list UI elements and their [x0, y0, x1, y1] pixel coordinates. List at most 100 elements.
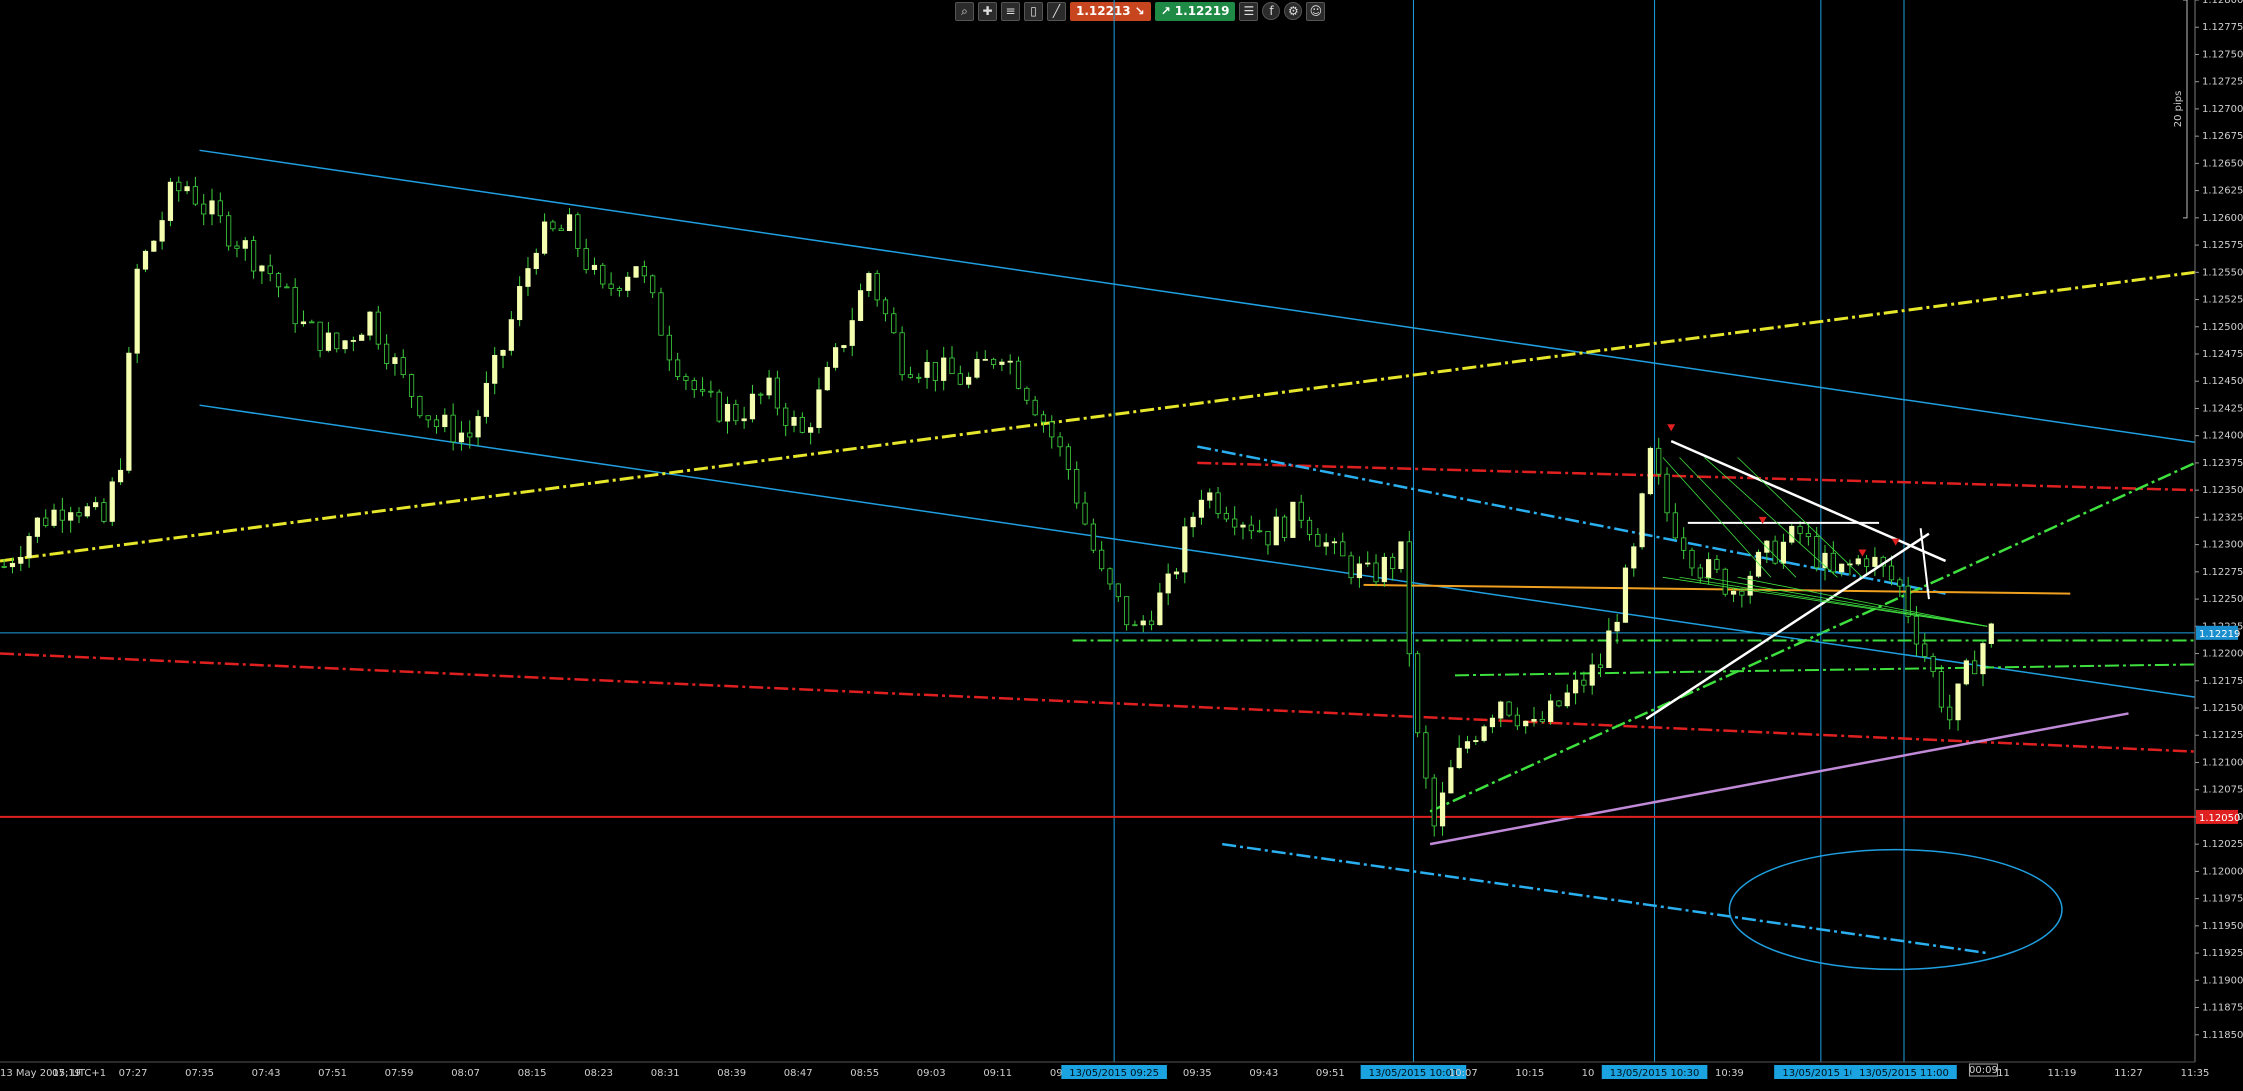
candle-body	[683, 376, 689, 381]
candle-body	[882, 299, 889, 315]
candle-body	[109, 481, 115, 522]
price-tick-label: 1.12375	[2202, 458, 2243, 469]
candle-body	[1980, 643, 1986, 675]
candle-body	[1755, 551, 1762, 577]
candle-body	[1739, 590, 1745, 596]
candle-body	[1572, 679, 1579, 694]
candle-body	[342, 340, 348, 350]
candle-body	[475, 416, 481, 438]
candle-body	[841, 345, 847, 349]
candle-body	[774, 377, 780, 409]
candle-body	[1714, 559, 1720, 570]
candle-body	[808, 427, 814, 433]
candle-body	[384, 343, 390, 364]
candle-body	[1257, 530, 1263, 533]
candle-body	[1439, 792, 1446, 827]
candle-body	[1232, 518, 1238, 528]
candle-body	[1190, 516, 1196, 528]
candle-body	[1132, 624, 1138, 627]
candle-body	[1390, 556, 1396, 569]
candle-body	[1464, 741, 1471, 749]
candle-body	[59, 509, 65, 521]
candle-body	[1481, 726, 1487, 741]
candle-body	[442, 414, 448, 428]
candle-body	[1456, 747, 1462, 769]
candle-body	[1165, 573, 1171, 594]
orange-level-line	[1363, 583, 2071, 595]
candle-body	[1356, 563, 1363, 579]
candle-body	[1157, 592, 1163, 626]
candle-body	[899, 332, 905, 376]
ellipse-annotation	[1728, 848, 2063, 971]
candle-body	[724, 403, 731, 422]
price-tick-label: 1.12800	[2202, 0, 2243, 6]
candle-body	[974, 358, 980, 378]
candle-body	[325, 332, 332, 351]
time-marker-label: 13/05/2015 10:30	[1610, 1068, 1700, 1079]
candle-body	[650, 275, 656, 294]
candle-body	[1938, 671, 1945, 708]
time-tick-label: 10:07	[1449, 1068, 1478, 1079]
candle-body	[242, 240, 248, 249]
time-axis[interactable]: 13 May 2015, UTC+107:19 07:27 07:35 07:43 07…	[0, 1061, 2209, 1079]
time-marker-label: 13/05/2015 10:	[1782, 1068, 1859, 1079]
candle-body	[508, 319, 514, 351]
candle-body	[217, 200, 223, 217]
candle-body	[1148, 620, 1155, 626]
candle-body	[1498, 701, 1504, 719]
time-tick-label: 09:03	[917, 1068, 946, 1079]
candle-body	[1639, 493, 1645, 548]
candle-body	[1581, 679, 1587, 686]
candle-body	[891, 313, 897, 334]
time-tick-label: 07:43	[252, 1068, 281, 1079]
candle-body	[1706, 559, 1712, 579]
candle-body	[18, 557, 24, 564]
candle-body	[816, 389, 822, 428]
candle-body	[1963, 660, 1969, 685]
price-tick-label: 1.12725	[2202, 77, 2243, 88]
time-marker-label: 13/05/2015 10:01	[1369, 1068, 1459, 1079]
price-tick-label: 1.12700	[2202, 104, 2243, 115]
candle-body	[1024, 387, 1030, 401]
price-tick-label: 1.12325	[2202, 512, 2243, 523]
candle-body	[541, 221, 548, 254]
candle-body	[1523, 720, 1529, 727]
time-tick-label: 08:23	[584, 1068, 613, 1079]
green-fan-line	[1679, 576, 1988, 627]
candlestick-chart[interactable]: 1.12800 1.12775 1.12750 1.12725 1.12700 1.126…	[0, 0, 2243, 1091]
pattern-drawings	[1645, 424, 1988, 720]
candle-body	[51, 509, 57, 526]
candle-body	[957, 373, 963, 385]
candle-body	[616, 288, 623, 291]
candle-body	[467, 432, 473, 438]
candle-body	[1672, 512, 1678, 539]
candle-body	[741, 418, 747, 422]
candle-body	[966, 376, 972, 385]
candle-body	[1074, 469, 1080, 504]
candle-body	[675, 359, 681, 377]
time-tick-label: 10:39	[1715, 1068, 1744, 1079]
candle-body	[1049, 421, 1055, 438]
green-fan-line	[1737, 576, 1988, 627]
price-axis[interactable]: 1.12800 1.12775 1.12750 1.12725 1.12700 1.126…	[2173, 0, 2243, 1062]
candle-body	[209, 200, 215, 215]
timer-label: 00:09	[1969, 1065, 1998, 1076]
candle-body	[824, 367, 830, 391]
candle-body	[1099, 549, 1105, 570]
candle-body	[691, 380, 697, 391]
candle-body	[641, 266, 647, 277]
candle-body	[375, 311, 381, 345]
price-tick-label: 1.12300	[2202, 540, 2243, 551]
sell-signal-arrow	[1891, 538, 1900, 546]
candle-body	[990, 358, 997, 365]
candle-body	[192, 186, 198, 205]
channel-upper-line	[199, 149, 2196, 443]
candle-body	[1631, 546, 1637, 569]
candle-body	[999, 361, 1005, 365]
candle-body	[1448, 767, 1454, 794]
candle-body	[1489, 717, 1496, 728]
candle-body	[625, 276, 631, 291]
candle-body	[101, 502, 107, 522]
candle-body	[550, 221, 556, 230]
candle-body	[783, 407, 789, 426]
